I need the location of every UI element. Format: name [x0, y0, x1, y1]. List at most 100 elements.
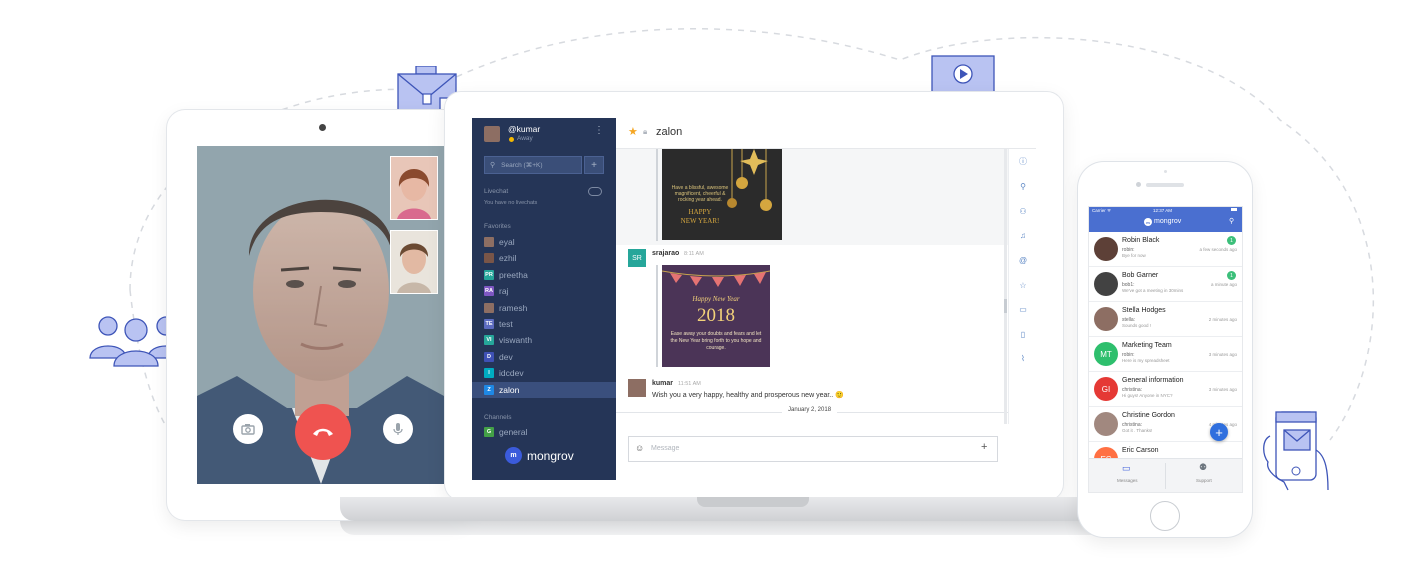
- brand-name: mongrov: [527, 448, 574, 463]
- pin-icon[interactable]: ☆: [1018, 280, 1028, 290]
- sidebar-item-label: idcdev: [499, 368, 524, 379]
- conversation-item[interactable]: Bob Garner bob1: We've got a meeting in 30…: [1089, 267, 1242, 302]
- bell-icon[interactable]: ♫: [1018, 230, 1028, 240]
- sidebar-item-raj[interactable]: RA raj: [472, 283, 616, 299]
- search-placeholder: Search (⌘+K): [501, 162, 543, 169]
- conversation-item[interactable]: GI General information christina: Hi guys! …: [1089, 372, 1242, 407]
- card2-text: Ease away your doubts and fears and let …: [670, 331, 762, 351]
- livechat-toggle[interactable]: [588, 187, 602, 196]
- new-room-button[interactable]: +: [584, 156, 604, 174]
- conversation-time: 3 minutes ago: [1208, 352, 1237, 357]
- sidebar-item-label: zalon: [499, 384, 520, 395]
- card2-title: Happy New Year: [692, 295, 740, 303]
- scrollbar[interactable]: [1004, 149, 1007, 424]
- participant-thumbnail[interactable]: [390, 230, 438, 294]
- phone-screen: Carrier ᯤ 12:37 AM m mongrov ⚲ Robin Bla…: [1089, 207, 1242, 492]
- message-avatar[interactable]: [628, 379, 646, 397]
- info-icon[interactable]: ⓘ: [1018, 156, 1028, 166]
- room-avatar: PR: [484, 269, 494, 280]
- files-icon[interactable]: ▯: [1018, 329, 1028, 339]
- participant-thumbnail[interactable]: [390, 156, 438, 220]
- search-icon[interactable]: ⚲: [1018, 181, 1028, 191]
- members-icon[interactable]: ⚇: [1018, 206, 1028, 216]
- mic-button[interactable]: [383, 414, 413, 444]
- conversation-time: 2 minutes ago: [1208, 317, 1237, 322]
- emoji-icon[interactable]: ☺: [635, 443, 644, 453]
- username[interactable]: @kumar: [508, 124, 540, 134]
- video-icon[interactable]: ▭: [1018, 304, 1028, 314]
- tab-support[interactable]: ⚉ Support: [1166, 459, 1242, 492]
- conversation-preview: Here is my spreadsheet: [1122, 358, 1170, 363]
- sidebar-item-dev[interactable]: Ddev: [472, 349, 616, 365]
- camera-button[interactable]: [233, 414, 263, 444]
- compose-fab[interactable]: +: [1210, 423, 1228, 441]
- sidebar-item-idcdev[interactable]: Iidcdev: [472, 365, 616, 381]
- sidebar-item-label: general: [499, 427, 528, 437]
- conversation-time: 3 minutes ago: [1208, 387, 1237, 392]
- conversation-name: Eric Carson: [1122, 447, 1159, 454]
- conversation-item[interactable]: Robin Black robin: Bye for now a few second…: [1089, 232, 1242, 267]
- mention-icon[interactable]: @: [1018, 255, 1028, 265]
- tab-messages[interactable]: ▭ Messages: [1089, 459, 1165, 492]
- message-composer[interactable]: ☺ Message +: [628, 436, 998, 462]
- conversation-preview: Got it . Thanks!: [1122, 428, 1153, 433]
- sidebar-item-eyal[interactable]: eyal: [472, 234, 616, 250]
- room-avatar: D: [484, 351, 494, 362]
- hangup-icon: [313, 428, 333, 436]
- conversation-avatar: [1094, 412, 1118, 436]
- star-icon[interactable]: ★: [628, 125, 638, 138]
- search-input[interactable]: ⚲ Search (⌘+K): [484, 156, 582, 174]
- card1-newyear: NEW YEAR!: [680, 217, 720, 225]
- sidebar: @kumar Away ⋮ ⚲ Search (⌘+K) + Livechat …: [472, 118, 616, 480]
- message-avatar[interactable]: SR: [628, 249, 646, 267]
- laptop-base-shadow: [340, 521, 1110, 535]
- message-text: Wish you a very happy, healthy and prosp…: [652, 392, 844, 399]
- sidebar-item-preetha[interactable]: PR preetha: [472, 267, 616, 283]
- image-attachment[interactable]: Happy New Year 2018 Ease away your doubt…: [662, 265, 770, 367]
- room-title: zalon: [656, 126, 683, 138]
- conversation-avatar: [1094, 272, 1118, 296]
- unread-badge: 1: [1227, 271, 1236, 280]
- conversation-time: a minute ago: [1210, 282, 1237, 287]
- conversation-name: Bob Garner: [1122, 272, 1159, 279]
- user-avatar[interactable]: [484, 126, 500, 142]
- phone-device: Carrier ᯤ 12:37 AM m mongrov ⚲ Robin Bla…: [1078, 162, 1252, 537]
- sidebar-item-ezhil[interactable]: ezhil: [472, 250, 616, 266]
- home-button[interactable]: [1150, 501, 1180, 531]
- sidebar-item-test[interactable]: TE test: [472, 316, 616, 332]
- room-avatar: [484, 253, 494, 264]
- sidebar-item-general[interactable]: Ggeneral: [472, 424, 616, 440]
- message-username[interactable]: kumar: [652, 380, 673, 387]
- image-attachment[interactable]: Have a blissful, awesome magnificent, ch…: [662, 149, 782, 240]
- unread-badge: 1: [1227, 236, 1236, 245]
- tab-support-label: Support: [1196, 478, 1212, 483]
- conversation-item[interactable]: Stella Hodges stella: Sounds good ! 2 minut…: [1089, 302, 1242, 337]
- conversation-name: Stella Hodges: [1122, 307, 1166, 314]
- mic-icon: [393, 423, 403, 435]
- room-avatar: TE: [484, 319, 494, 329]
- attachment-bar: [656, 265, 658, 367]
- attachment-bar: [656, 149, 658, 241]
- attachment-icon[interactable]: ⌇: [1018, 353, 1028, 363]
- message-username[interactable]: srajarao: [652, 250, 679, 257]
- sidebar-item-label: dev: [499, 351, 513, 362]
- profile-icon[interactable]: ⚲: [1229, 217, 1234, 225]
- room-avatar: VI: [484, 335, 494, 346]
- sidebar-item-label: eyal: [499, 237, 515, 247]
- kebab-menu-icon[interactable]: ⋮: [594, 125, 604, 136]
- add-attachment-icon[interactable]: +: [981, 441, 987, 453]
- sidebar-item-viswanth[interactable]: VI viswanth: [472, 332, 616, 348]
- video-call-screen: [197, 146, 444, 484]
- sidebar-item-ramesh[interactable]: ramesh: [472, 300, 616, 316]
- scrollbar-thumb[interactable]: [1004, 299, 1007, 313]
- hangup-button[interactable]: [295, 404, 351, 460]
- sidebar-item-zalon[interactable]: Zzalon: [472, 381, 616, 398]
- conversation-avatar: GI: [1094, 377, 1118, 401]
- conversation-item[interactable]: MT Marketing Team robin: Here is my spreads…: [1089, 337, 1242, 372]
- message-list[interactable]: Have a blissful, awesome magnificent, ch…: [616, 149, 1008, 424]
- livechat-label: Livechat: [484, 188, 509, 195]
- room-avatar: G: [484, 427, 494, 437]
- laptop-notch: [697, 497, 809, 507]
- battery-icon: [1231, 208, 1237, 211]
- tab-messages-label: Messages: [1117, 478, 1138, 483]
